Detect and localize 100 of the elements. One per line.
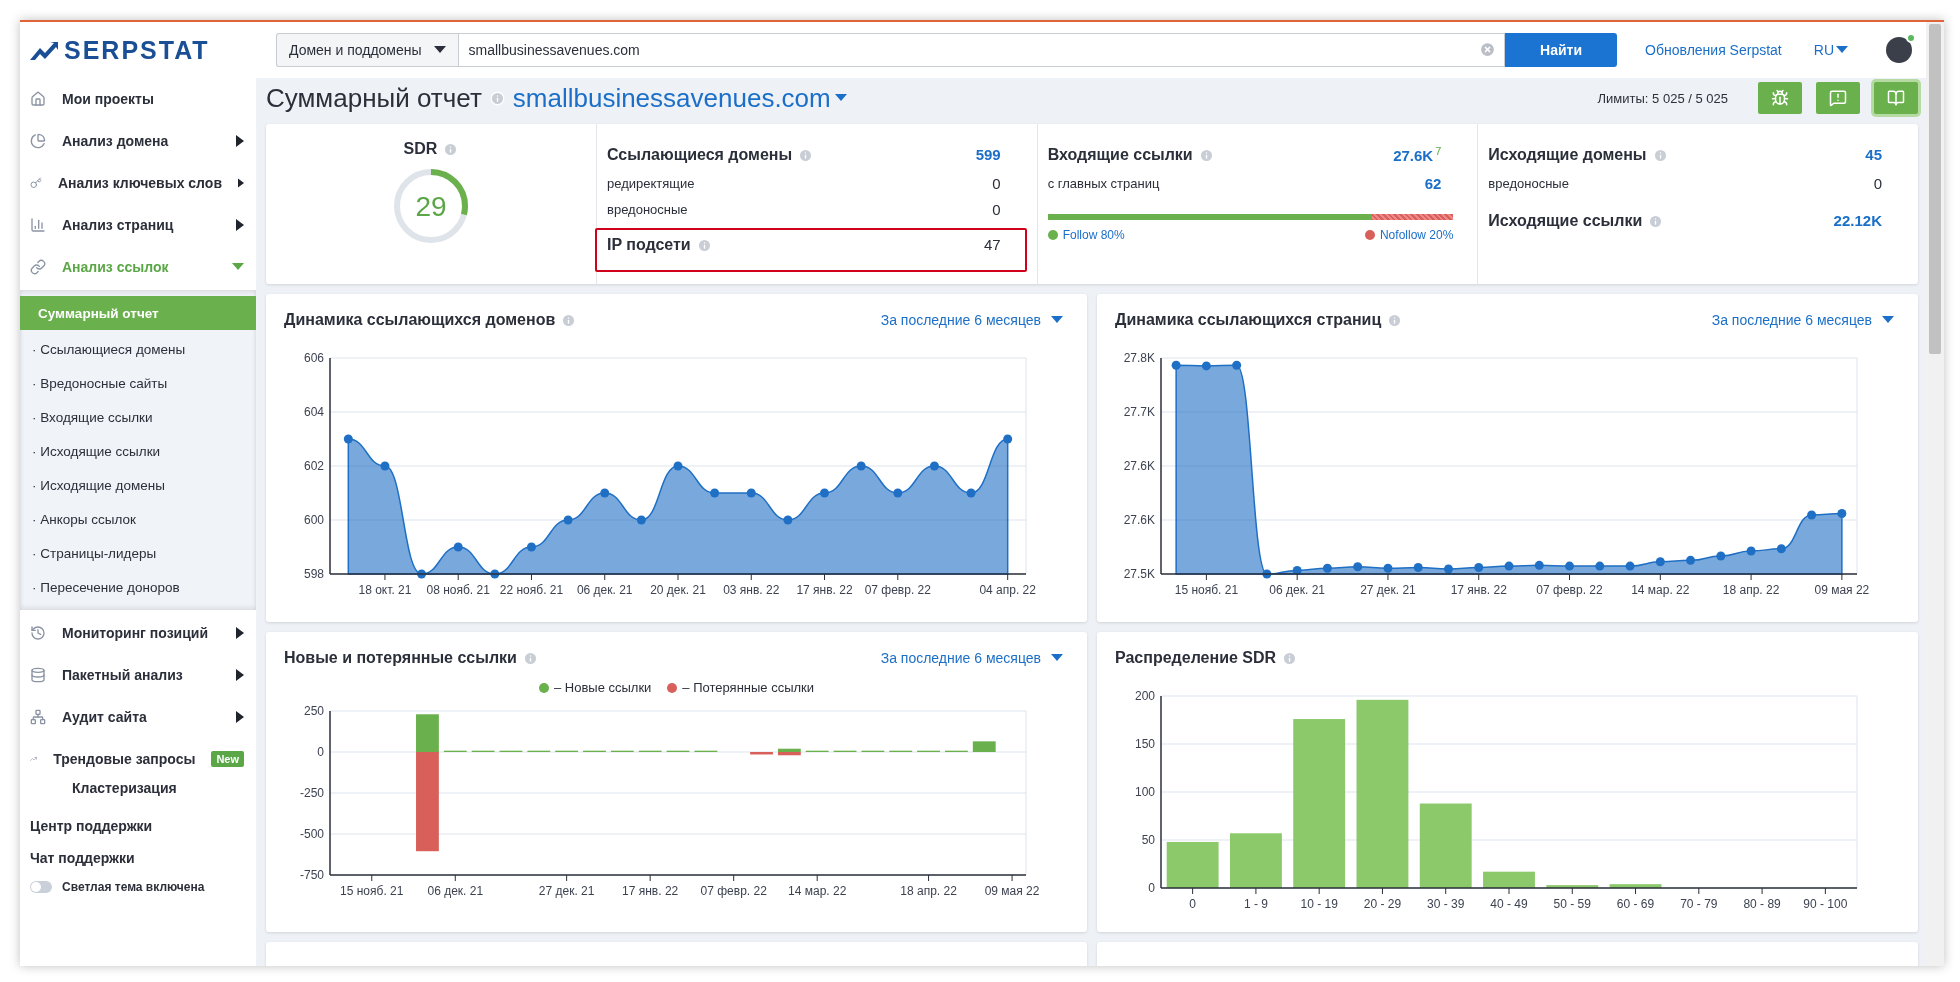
bar[interactable] <box>1546 885 1599 888</box>
data-point[interactable] <box>1595 561 1605 571</box>
data-point[interactable] <box>1565 561 1574 571</box>
scrollbar[interactable] <box>1926 22 1944 966</box>
data-point[interactable] <box>1383 563 1393 573</box>
data-point[interactable] <box>1746 546 1756 556</box>
submenu-item[interactable]: · Исходящие домены <box>20 468 256 502</box>
data-point[interactable] <box>1444 564 1453 574</box>
scrollbar-thumb[interactable] <box>1929 24 1941 354</box>
stat-value[interactable]: 22.12K <box>1833 212 1882 229</box>
data-point[interactable] <box>1322 563 1332 573</box>
data-point[interactable] <box>1353 562 1363 572</box>
data-point[interactable] <box>417 569 427 579</box>
data-point[interactable] <box>783 515 793 525</box>
data-point[interactable] <box>526 542 536 552</box>
data-point[interactable] <box>453 542 463 552</box>
data-point[interactable] <box>1504 561 1514 571</box>
sidebar-item[interactable]: Пакетный анализ <box>20 654 256 696</box>
support-link[interactable]: Центр поддержки <box>20 810 256 842</box>
axis-label: 70 - 79 <box>1680 897 1718 911</box>
axis-label: -750 <box>299 868 324 882</box>
data-point[interactable] <box>380 461 390 471</box>
submenu-item[interactable]: · Пересечение доноров <box>20 570 256 604</box>
sidebar-item[interactable]: Трендовые запросы New <box>20 738 256 780</box>
data-point[interactable] <box>929 461 939 471</box>
stat-label: Ссылающиеся домены <box>607 146 793 164</box>
sidebar-item[interactable]: Мониторинг позиций <box>20 612 256 654</box>
search-button[interactable]: Найти <box>1505 33 1618 67</box>
action-button[interactable] <box>1758 82 1802 114</box>
axis-label: 17 янв. 22 <box>796 583 853 597</box>
data-point[interactable] <box>1171 360 1181 370</box>
data-point[interactable] <box>1201 361 1211 371</box>
data-point[interactable] <box>1776 544 1786 554</box>
data-point[interactable] <box>490 569 500 579</box>
submenu-item[interactable]: · Исходящие ссылки <box>20 434 256 468</box>
data-point[interactable] <box>600 488 610 498</box>
submenu-item[interactable]: · Анкоры ссылок <box>20 502 256 536</box>
submenu-item[interactable]: · Страницы-лидеры <box>20 536 256 570</box>
caret-icon <box>236 711 244 723</box>
data-point[interactable] <box>746 488 756 498</box>
sidebar-item[interactable]: Анализ ключевых слов <box>20 162 256 204</box>
stat-value[interactable]: 599 <box>975 146 1001 163</box>
data-point[interactable] <box>1262 569 1272 579</box>
submenu-item[interactable]: · Вредоносные сайты <box>20 366 256 400</box>
data-point[interactable] <box>820 488 830 498</box>
domain-link[interactable]: smallbusinessavenues.com <box>512 82 847 114</box>
data-point[interactable] <box>1716 551 1726 561</box>
data-point[interactable] <box>1655 557 1665 567</box>
data-point[interactable] <box>1232 360 1242 370</box>
data-point[interactable] <box>563 515 573 525</box>
follow-label[interactable]: Follow 80% <box>1062 228 1125 242</box>
stat-value[interactable]: 27.6K <box>1393 147 1434 165</box>
data-point[interactable] <box>1003 434 1013 444</box>
data-point[interactable] <box>893 488 903 498</box>
stat-label: IP подсети <box>607 236 691 254</box>
data-point[interactable] <box>966 488 976 498</box>
period-dropdown[interactable]: За последние 6 месяцев <box>874 311 1069 329</box>
period-dropdown[interactable]: За последние 6 месяцев <box>874 649 1069 667</box>
bar[interactable] <box>1609 884 1662 888</box>
data-point[interactable] <box>1413 563 1423 572</box>
data-point[interactable] <box>1534 560 1544 570</box>
updates-link[interactable]: Обновления Serpstat <box>1645 42 1782 58</box>
search-field[interactable]: smallbusinessavenues.com <box>457 33 1506 67</box>
avatar[interactable] <box>1886 37 1912 63</box>
submenu-item[interactable]: · Входящие ссылки <box>20 400 256 434</box>
data-point[interactable] <box>1837 509 1847 518</box>
scope-dropdown[interactable]: Домен и поддомены <box>276 33 458 67</box>
sidebar-item[interactable]: Анализ страниц <box>20 204 256 246</box>
data-point[interactable] <box>1807 510 1817 520</box>
data-point[interactable] <box>710 488 720 498</box>
legend-label: – Потерянные ссылки <box>682 680 815 695</box>
delta-value: 7 <box>1435 144 1442 157</box>
nofollow-label[interactable]: Nofollow 20% <box>1379 228 1454 242</box>
support-link[interactable]: Чат поддержки <box>20 842 256 874</box>
data-point[interactable] <box>1292 565 1302 575</box>
language-dropdown[interactable]: RU <box>1807 41 1854 59</box>
sidebar-item[interactable]: Аудит сайта <box>20 696 256 738</box>
page-title: Суммарный отчет <box>266 82 482 114</box>
sidebar-item[interactable]: Кластеризация <box>20 780 256 802</box>
action-button[interactable] <box>1816 82 1860 114</box>
sidebar-item[interactable]: Анализ домена <box>20 120 256 162</box>
action-button[interactable] <box>1874 82 1918 114</box>
warning-message-icon <box>1829 89 1847 107</box>
period-dropdown[interactable]: За последние 6 месяцев <box>1705 311 1900 329</box>
axis-label: 80 - 89 <box>1743 897 1781 911</box>
data-point[interactable] <box>1686 555 1696 565</box>
stat-value[interactable]: 62 <box>1424 174 1442 192</box>
data-point[interactable] <box>1625 561 1635 571</box>
sidebar-item[interactable]: Мои проекты <box>20 78 256 120</box>
bar[interactable] <box>1166 841 1219 888</box>
theme-toggle[interactable] <box>30 881 52 893</box>
data-point[interactable] <box>673 461 683 471</box>
data-point[interactable] <box>856 461 866 471</box>
data-point[interactable] <box>343 434 353 444</box>
data-point[interactable] <box>1474 563 1484 572</box>
data-point[interactable] <box>636 515 646 525</box>
stat-value: 0 <box>992 200 1001 218</box>
stat-value[interactable]: 45 <box>1865 146 1882 163</box>
bar[interactable] <box>777 752 801 756</box>
submenu-item[interactable]: · Ссылающиеся домены <box>20 332 256 366</box>
